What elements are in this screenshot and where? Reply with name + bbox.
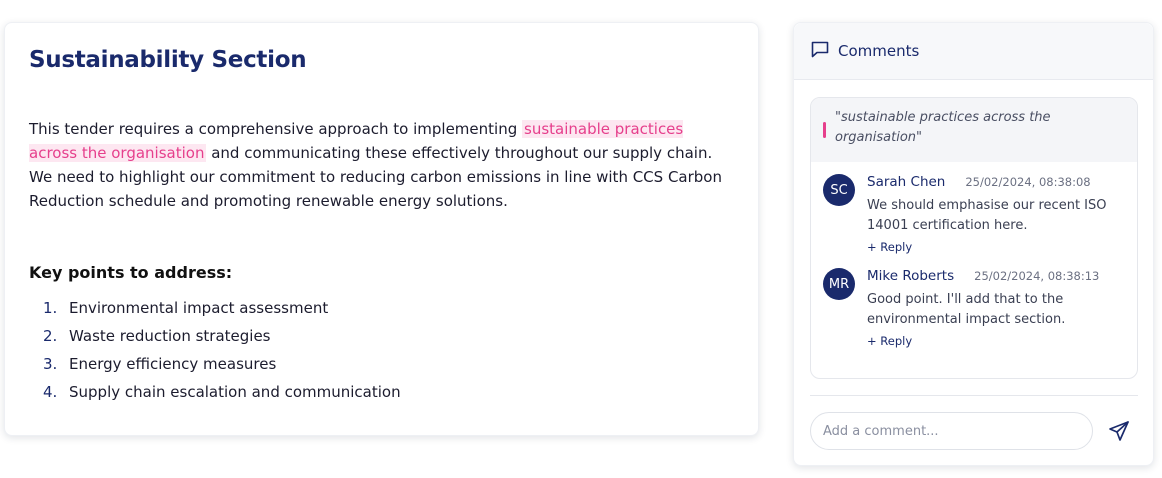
comment-input[interactable]	[810, 412, 1093, 450]
comment-input-row	[810, 412, 1138, 450]
comment-text: We should emphasise our recent ISO 14001…	[867, 198, 1107, 233]
comment-author: Mike Roberts	[867, 268, 955, 284]
paragraph-text-start: This tender requires a comprehensive app…	[29, 120, 522, 138]
comments-header: Comments	[794, 23, 1153, 80]
comment-author: Sarah Chen	[867, 174, 946, 190]
list-item-number: 1.	[43, 299, 58, 317]
comment-timestamp: 25/02/2024, 08:38:13	[974, 269, 1100, 283]
comment-text: Good point. I'll add that to the environ…	[867, 292, 1066, 327]
divider	[810, 395, 1138, 396]
quote-marker	[823, 122, 826, 138]
comment-item: SC Sarah Chen 25/02/2024, 08:38:08 We sh…	[811, 174, 1137, 254]
comment-thread: "sustainable practices across the organi…	[810, 97, 1138, 379]
document-paragraph: This tender requires a comprehensive app…	[29, 117, 734, 213]
list-item: 4. Supply chain escalation and communicat…	[43, 378, 734, 406]
list-item-number: 4.	[43, 383, 58, 401]
comment-timestamp: 25/02/2024, 08:38:08	[965, 175, 1091, 189]
list-item: 1. Environmental impact assessment	[43, 294, 734, 322]
list-item-text: Energy efficiency measures	[69, 355, 277, 373]
comments-title: Comments	[838, 42, 920, 60]
list-item: 3. Energy efficiency measures	[43, 350, 734, 378]
list-item-number: 3.	[43, 355, 58, 373]
list-item-text: Environmental impact assessment	[69, 299, 329, 317]
comment-icon	[810, 39, 830, 63]
comments-panel: Comments "sustainable practices across t…	[793, 22, 1154, 466]
send-icon[interactable]	[1108, 420, 1130, 442]
quoted-selection: "sustainable practices across the organi…	[811, 98, 1137, 162]
reply-button[interactable]: + Reply	[867, 334, 1125, 348]
page-title: Sustainability Section	[29, 47, 307, 73]
reply-button[interactable]: + Reply	[867, 240, 1125, 254]
list-item-number: 2.	[43, 327, 58, 345]
key-points-heading: Key points to address:	[29, 263, 233, 282]
comment-item: MR Mike Roberts 25/02/2024, 08:38:13 Goo…	[811, 268, 1137, 348]
avatar: SC	[823, 174, 855, 206]
quote-text: "sustainable practices across the organi…	[835, 110, 1051, 145]
list-item-text: Supply chain escalation and communicatio…	[69, 383, 401, 401]
list-item: 2. Waste reduction strategies	[43, 322, 734, 350]
avatar: MR	[823, 268, 855, 300]
document-card: Sustainability Section This tender requi…	[4, 22, 759, 436]
list-item-text: Waste reduction strategies	[69, 327, 271, 345]
key-points-list: 1. Environmental impact assessment 2. Wast…	[29, 294, 734, 406]
